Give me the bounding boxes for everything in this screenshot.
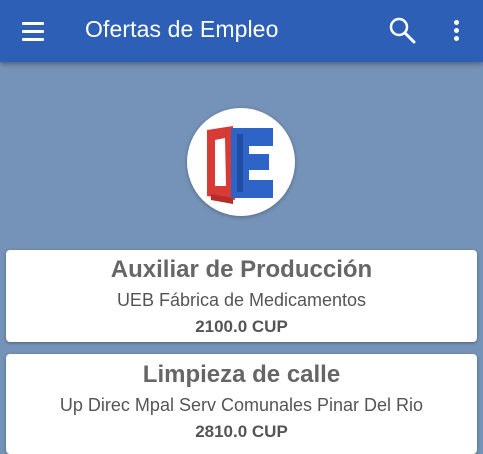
job-company: Up Direc Mpal Serv Comunales Pinar Del R…	[59, 395, 424, 415]
job-title: Auxiliar de Producción	[110, 256, 373, 283]
job-card[interactable]: Auxiliar de Producción UEB Fábrica de Me…	[6, 250, 477, 342]
app-bar: Ofertas de Empleo	[0, 0, 483, 62]
search-icon[interactable]	[383, 12, 423, 50]
job-title: Limpieza de calle	[142, 361, 341, 388]
oe-logo-icon	[207, 126, 273, 204]
app-title: Ofertas de Empleo	[85, 16, 279, 42]
job-salary: 2810.0 CUP	[195, 422, 288, 441]
app-logo	[187, 108, 295, 216]
job-card[interactable]: Limpieza de calle Up Direc Mpal Serv Com…	[6, 354, 477, 454]
more-vertical-icon[interactable]	[440, 12, 472, 50]
job-company: UEB Fábrica de Medicamentos	[116, 290, 367, 310]
hamburger-menu-icon[interactable]	[13, 13, 53, 49]
job-salary: 2100.0 CUP	[195, 317, 288, 336]
